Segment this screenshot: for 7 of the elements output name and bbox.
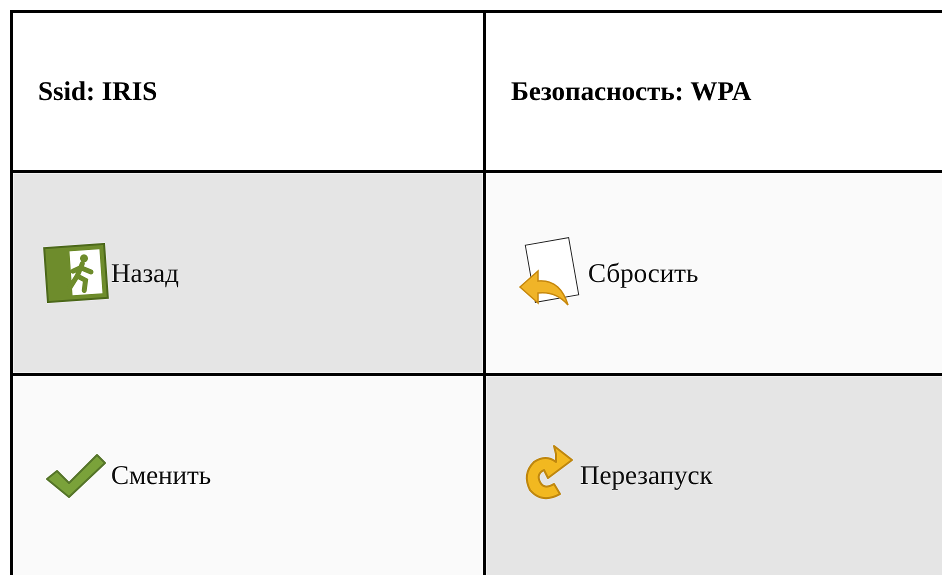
menu-button[interactable]: Сменить (13, 376, 486, 575)
menu-button[interactable]: Назад (13, 173, 486, 376)
menu-button[interactable]: Перезапуск (486, 376, 942, 575)
header-label: Безопасность: WPA (511, 75, 752, 108)
menu-button[interactable]: Сбросить (486, 173, 942, 376)
exit-door-icon (43, 243, 109, 303)
header-label: Ssid: IRIS (38, 75, 158, 108)
